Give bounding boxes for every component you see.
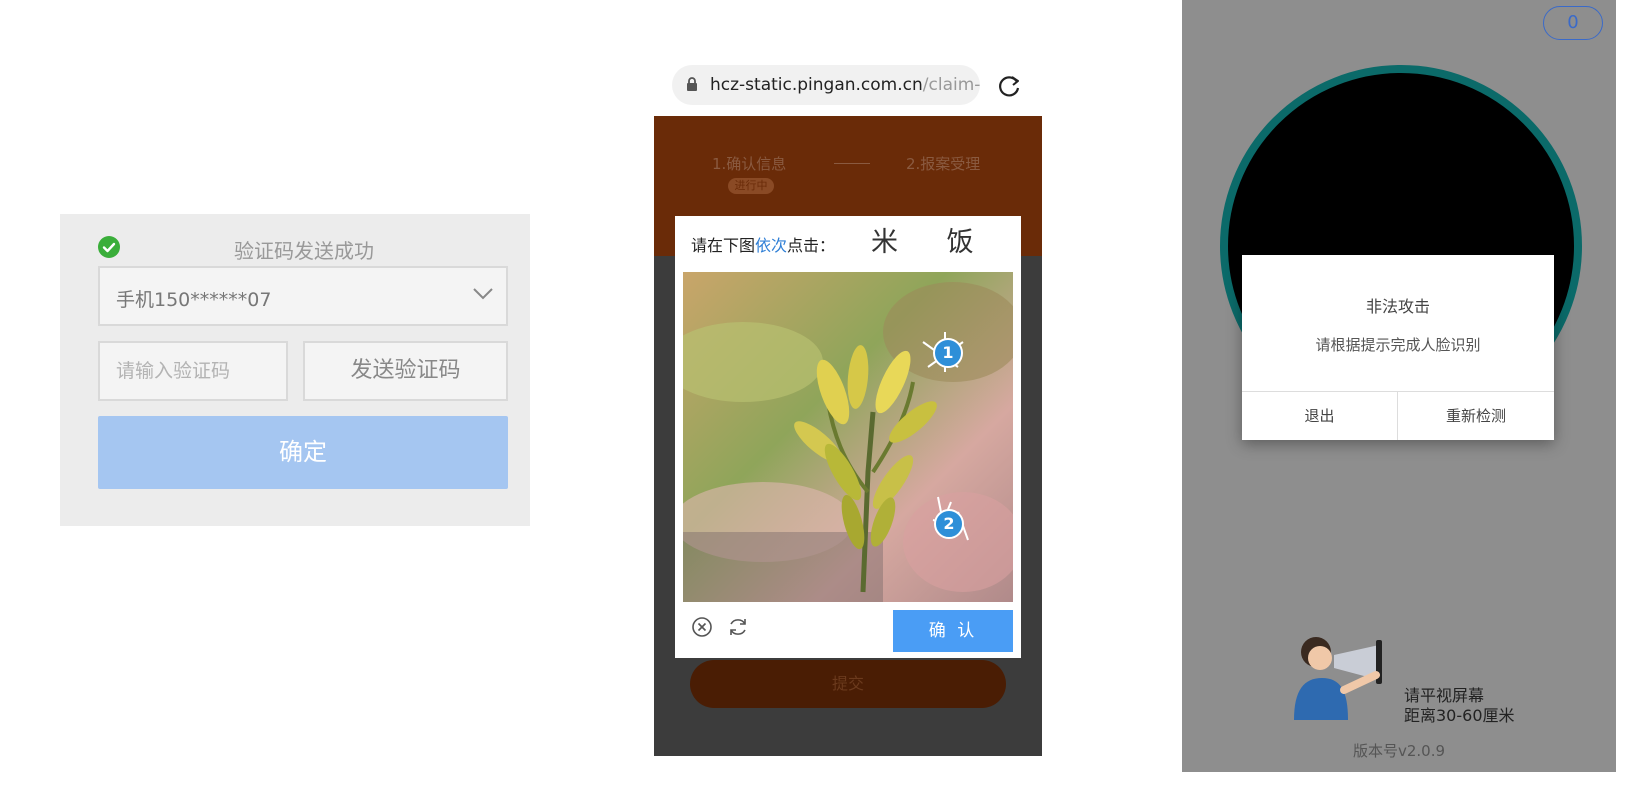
version-label: 版本号v2.0.9 — [1352, 742, 1446, 760]
step-divider — [834, 163, 870, 164]
url-text: hcz-static.pingan.com.cn/claim-ce — [710, 75, 980, 95]
captcha-dialog: 请在下图依次点击： 米 饭 1 2 确 认 — [675, 216, 1021, 658]
sms-verification-panel: 验证码发送成功 手机150******07 发送验证码 确定 — [60, 214, 530, 526]
prompt-before: 请在下图 — [691, 236, 756, 255]
click-marker-2: 2 — [934, 509, 964, 539]
click-marker-1: 1 — [933, 338, 963, 368]
hint-line-2: 距离30-60厘米 — [1404, 706, 1515, 725]
step-status-badge: 进行中 — [728, 178, 774, 194]
captcha-prompt: 请在下图依次点击： — [691, 232, 835, 256]
captcha-target-chars: 米 饭 — [871, 227, 994, 258]
prompt-after: 点击： — [787, 236, 836, 255]
chevron-down-icon — [472, 286, 494, 305]
face-recognition-panel: 0 非法攻击 请根据提示完成人脸识别 退出 重新检测 请平视屏幕 距离30-60… — [1182, 0, 1616, 772]
status-text: 验证码发送成功 — [234, 239, 374, 263]
refresh-icon[interactable] — [727, 616, 749, 642]
send-status: 验证码发送成功 — [98, 234, 510, 263]
submit-button[interactable]: 提交 — [690, 660, 1006, 708]
exit-button[interactable]: 退出 — [1242, 392, 1398, 440]
url-bar[interactable]: hcz-static.pingan.com.cn/claim-ce — [672, 65, 980, 105]
close-icon[interactable] — [691, 616, 713, 642]
browser-captcha-panel: hcz-static.pingan.com.cn/claim-ce 1.确认信息… — [654, 60, 1042, 756]
phone-select[interactable]: 手机150******07 — [98, 266, 508, 326]
person-looking-at-phone-icon — [1284, 620, 1394, 734]
confirm-button[interactable]: 确定 — [98, 416, 508, 489]
dialog-message: 请根据提示完成人脸识别 — [1315, 336, 1481, 354]
url-path: /claim-ce — [922, 75, 980, 95]
captcha-image[interactable]: 1 2 — [683, 272, 1013, 602]
send-code-button[interactable]: 发送验证码 — [303, 341, 508, 401]
verification-code-field[interactable] — [98, 341, 288, 401]
verification-code-input[interactable] — [100, 343, 286, 399]
phone-select-value: 手机150******07 — [116, 289, 272, 311]
step-report-accepted: 2.报案受理 — [906, 155, 981, 173]
lock-icon — [686, 77, 698, 96]
counter-badge: 0 — [1543, 6, 1603, 40]
alert-dialog: 非法攻击 请根据提示完成人脸识别 退出 重新检测 — [1242, 255, 1554, 440]
web-page: 1.确认信息 2.报案受理 进行中 提交 请在下图依次点击： 米 饭 1 2 确… — [654, 116, 1042, 756]
retry-button[interactable]: 重新检测 — [1398, 392, 1554, 440]
captcha-confirm-button[interactable]: 确 认 — [893, 610, 1013, 652]
prompt-highlight: 依次 — [755, 236, 788, 255]
reload-icon[interactable] — [996, 73, 1022, 103]
dialog-title: 非法攻击 — [1365, 297, 1430, 316]
dialog-buttons: 退出 重新检测 — [1242, 391, 1554, 440]
url-host: hcz-static.pingan.com.cn — [710, 75, 923, 95]
step-confirm-info: 1.确认信息 — [712, 155, 787, 173]
